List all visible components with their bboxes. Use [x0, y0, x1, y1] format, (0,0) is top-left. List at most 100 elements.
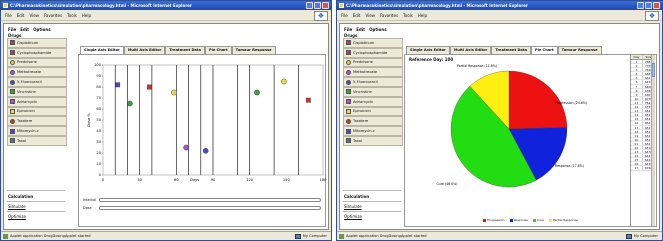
menu-edit[interactable]: Edit — [17, 11, 25, 20]
interval-slider[interactable]: Interval — [83, 197, 321, 202]
tab-pie-chart[interactable]: Pie Chart — [205, 46, 232, 54]
drug-item[interactable]: Epirubicin — [343, 106, 403, 117]
y-tick-label: 0 — [99, 173, 102, 177]
drug-item[interactable]: Methotrexate — [343, 67, 403, 78]
drug-item[interactable]: Cisplatinum — [7, 38, 67, 48]
drug-color-icon — [346, 108, 351, 114]
dose-slider-track[interactable] — [99, 205, 321, 210]
close-button[interactable] — [653, 2, 660, 9]
dose-editor-panel: 100 90 80 70 60 50 40 30 20 10 0 0 30 60 90 120 150 180 Do… — [78, 54, 329, 227]
dose-point[interactable] — [305, 97, 311, 103]
tab-single-axis-editor[interactable]: Single Axis Editor — [80, 46, 124, 54]
drug-item[interactable]: Methotrexate — [7, 67, 67, 78]
applet-menu-options[interactable]: Options — [33, 27, 51, 32]
drug-item[interactable]: Cisplatinum — [343, 38, 403, 48]
day-cell: 11 — [631, 100, 643, 105]
tab-single-axis-editor[interactable]: Single Axis Editor — [406, 46, 450, 54]
optimize-button[interactable]: Optimize — [344, 214, 362, 219]
legend-item: Cure — [532, 218, 544, 222]
menu-edit[interactable]: Edit — [353, 11, 361, 20]
day-cell: 5 — [631, 76, 643, 80]
menu-view[interactable]: View — [365, 11, 375, 20]
drug-item[interactable]: Taxol — [7, 135, 67, 146]
scrollbar-thumb[interactable] — [652, 63, 655, 77]
menu-tools[interactable]: Tools — [403, 11, 413, 20]
drug-item[interactable]: Adriamycin — [343, 96, 403, 107]
y-tick-label: 80 — [96, 85, 101, 89]
menu-favorites[interactable]: Favorites — [44, 11, 62, 20]
menu-tools[interactable]: Tools — [67, 11, 77, 20]
applet-menu-edit[interactable]: Edit — [356, 27, 365, 32]
drug-item[interactable]: Vincristine — [343, 86, 403, 97]
drug-item[interactable]: Taxotere — [7, 116, 67, 127]
applet-menu-edit[interactable]: Edit — [20, 27, 29, 32]
dose-point[interactable] — [281, 78, 287, 85]
drug-item[interactable]: Vincristine — [7, 86, 67, 97]
table-scrollbar[interactable] — [651, 55, 655, 226]
drug-item[interactable]: Prednisone — [343, 57, 403, 68]
drug-item[interactable]: 5-Fluorouracil — [343, 77, 403, 87]
menu-help[interactable]: Help — [418, 11, 427, 20]
day-cell: 2 — [631, 64, 643, 68]
drug-item[interactable]: Epirubicin — [7, 106, 67, 117]
tab-multi-axis-editor[interactable]: Multi Axis Editor — [449, 46, 492, 54]
tab-pie-chart[interactable]: Pie Chart — [531, 46, 558, 54]
window-title-bar[interactable]: C:\Pharmacokinetics\simulation\pharmacol… — [1, 1, 331, 10]
dose-point[interactable] — [147, 84, 152, 90]
menu-favorites[interactable]: Favorites — [380, 11, 398, 20]
day-cell: 17 — [631, 125, 643, 130]
legend-item: Response — [509, 218, 528, 222]
minimize-button[interactable] — [637, 2, 644, 9]
dose-point[interactable] — [202, 148, 209, 154]
legend-label: Cure — [536, 218, 544, 222]
drug-item[interactable]: Adriamycin — [7, 96, 67, 107]
applet-menu-file[interactable]: File — [8, 27, 16, 32]
drug-color-icon — [346, 50, 351, 56]
menu-file[interactable]: File — [341, 11, 348, 20]
maximize-button[interactable] — [645, 2, 652, 9]
drug-item[interactable]: Mitomycin-c — [7, 126, 67, 136]
simulate-button[interactable]: Simulate — [344, 204, 362, 209]
applet-menu-file[interactable]: File — [344, 27, 352, 32]
day-cell: 8 — [631, 88, 643, 93]
drug-item[interactable]: Prednisone — [7, 57, 67, 68]
drug-item[interactable]: Taxotere — [343, 116, 403, 127]
windows-logo-icon: ❖ — [314, 11, 328, 21]
simulate-button[interactable]: Simulate — [8, 204, 26, 209]
tab-multi-axis-editor[interactable]: Multi Axis Editor — [123, 46, 166, 54]
drug-item[interactable]: Mitomycin-c — [343, 126, 403, 136]
day-cell: 6 — [631, 80, 643, 84]
drug-color-icon — [10, 79, 15, 85]
drug-item[interactable]: 5-Fluorouracil — [7, 77, 67, 87]
tab-tumour-response[interactable]: Tumour Response — [231, 46, 276, 54]
zone-text: My Computer — [633, 234, 658, 238]
drug-item[interactable]: Cyclophosphamide — [7, 47, 67, 58]
tab-tumour-response[interactable]: Tumour Response — [557, 46, 602, 54]
tab-treatment-data[interactable]: Treatment Data — [165, 46, 205, 54]
menu-help[interactable]: Help — [82, 11, 91, 20]
close-button[interactable] — [322, 2, 329, 9]
optimize-button[interactable]: Optimize — [8, 214, 26, 219]
drug-color-icon — [10, 59, 15, 65]
y-tick-label: 40 — [96, 129, 101, 133]
dose-point[interactable] — [171, 89, 177, 96]
menu-view[interactable]: View — [29, 11, 39, 20]
drug-item[interactable]: Taxol — [343, 135, 403, 146]
drug-item[interactable]: Cyclophosphamide — [343, 47, 403, 58]
dose-chart[interactable]: 10090807060504030201000 30 60 90 120 150 180Do… — [79, 55, 329, 195]
minimize-button[interactable] — [306, 2, 313, 9]
drug-label: Cyclophosphamide — [353, 50, 388, 55]
tab-treatment-data[interactable]: Treatment Data — [491, 46, 531, 54]
applet-menu-options[interactable]: Options — [369, 27, 387, 32]
pie-slice — [508, 70, 568, 130]
menu-file[interactable]: File — [5, 11, 12, 20]
dose-point[interactable] — [115, 82, 121, 88]
drug-label: 5-Fluorouracil — [353, 80, 378, 85]
maximize-button[interactable] — [314, 2, 321, 9]
dose-slider[interactable]: Dose — [83, 205, 321, 210]
dose-point[interactable] — [127, 100, 133, 107]
interval-slider-track[interactable] — [99, 197, 321, 202]
dose-point[interactable] — [254, 89, 260, 96]
dose-point[interactable] — [183, 144, 189, 151]
window-title-bar[interactable]: C:\Pharmacokinetics\simulation\pharmacol… — [337, 1, 662, 10]
